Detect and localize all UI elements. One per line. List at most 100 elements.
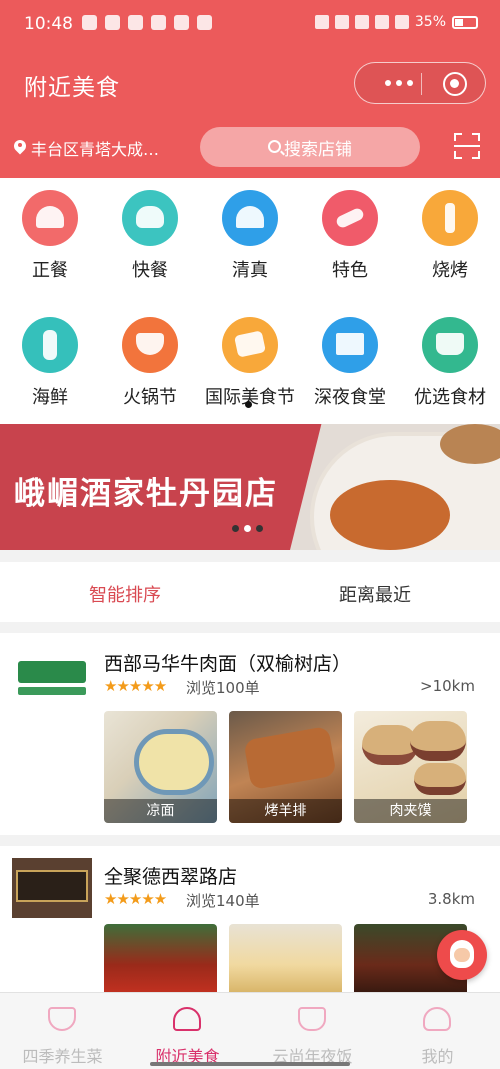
- tab-nearest[interactable]: 距离最近: [250, 581, 500, 607]
- tab-smart-sort[interactable]: 智能排序: [0, 581, 250, 607]
- cloche-icon: [22, 190, 78, 246]
- cloche-icon: [173, 1007, 201, 1031]
- capsule-divider: [421, 73, 422, 95]
- tab-label: 我的: [421, 1047, 454, 1066]
- shop-distance: >10km: [420, 677, 475, 695]
- header: 10:48 35% 附近美食 丰台区青塔大成… 搜索店铺: [0, 0, 500, 178]
- category-label: 火锅节: [123, 387, 177, 408]
- category-item[interactable]: 烧烤: [400, 190, 500, 282]
- home-indicator[interactable]: [150, 1062, 350, 1066]
- scan-icon[interactable]: [454, 133, 480, 159]
- card-icon: [222, 317, 278, 373]
- notification-icon: [174, 15, 189, 30]
- more-icon[interactable]: [375, 73, 423, 93]
- dish-thumb[interactable]: 凉面: [104, 711, 217, 823]
- app-page: 10:48 35% 附近美食 丰台区青塔大成… 搜索店铺 正餐 快餐 清真 特色…: [0, 0, 500, 1069]
- customer-service-button[interactable]: [437, 930, 487, 980]
- notification-icon: [197, 15, 212, 30]
- category-label: 清真: [232, 260, 268, 281]
- sort-tabs: 智能排序 距离最近: [0, 562, 500, 622]
- category-label: 特色: [332, 260, 368, 281]
- status-bar: 10:48 35%: [0, 0, 500, 48]
- shop-card[interactable]: 西部马华牛肉面（双榆树店） ★★★★★ 浏览100单 >10km 凉面 烤羊排 …: [0, 633, 500, 835]
- basket-icon: [422, 317, 478, 373]
- skewer-icon: [422, 190, 478, 246]
- notification-icon: [105, 15, 120, 30]
- wifi-icon: [394, 15, 409, 29]
- view-count: 浏览100单: [186, 679, 260, 697]
- rating-stars: ★★★★★: [104, 677, 167, 695]
- dish-label: 凉面: [104, 799, 217, 823]
- banner-title: 峨嵋酒家牡丹园店: [14, 476, 278, 512]
- dish-thumb[interactable]: 肉夹馍: [354, 711, 467, 823]
- page-indicator-dot: [245, 401, 252, 408]
- banner-indicator: [232, 525, 263, 532]
- tab-seasonal-dishes[interactable]: 四季养生菜: [0, 993, 125, 1069]
- location-pin-icon: [14, 140, 26, 156]
- shop-name: 全聚德西翠路店: [104, 866, 238, 888]
- notification-icons: [82, 15, 212, 30]
- notification-icon: [82, 15, 97, 30]
- close-target-icon[interactable]: [443, 72, 467, 96]
- category-item[interactable]: 优选食材: [400, 317, 500, 409]
- bluetooth-icon: [334, 15, 349, 29]
- shop-logo: [12, 858, 92, 918]
- page-title: 附近美食: [24, 75, 120, 101]
- category-label: 正餐: [32, 260, 68, 281]
- notification-icon: [151, 15, 166, 30]
- banner-dot: [232, 525, 239, 532]
- alarm-icon: [314, 15, 329, 29]
- category-label: 烧烤: [432, 260, 468, 281]
- dish-label: 肉夹馍: [354, 799, 467, 823]
- tab-nearby-food[interactable]: 附近美食: [125, 993, 250, 1069]
- hotpot-icon: [122, 317, 178, 373]
- banner-food: [330, 480, 450, 550]
- lobster-icon: [22, 317, 78, 373]
- tab-mine[interactable]: 我的: [375, 993, 500, 1069]
- search-icon: [268, 139, 281, 153]
- category-item[interactable]: 国际美食节: [200, 317, 300, 409]
- category-item[interactable]: 特色: [300, 190, 400, 282]
- battery-icon: [452, 15, 478, 29]
- vibrate-icon: [354, 15, 369, 29]
- stall-icon: [322, 317, 378, 373]
- category-label: 快餐: [132, 260, 168, 281]
- search-input[interactable]: 搜索店铺: [200, 127, 420, 167]
- tab-label: 四季养生菜: [22, 1047, 103, 1066]
- battery-percent: 35%: [414, 14, 446, 30]
- location-selector[interactable]: 丰台区青塔大成…: [14, 136, 159, 160]
- category-item[interactable]: 正餐: [0, 190, 100, 282]
- category-label: 优选食材: [414, 387, 486, 408]
- chili-icon: [322, 190, 378, 246]
- category-item[interactable]: 清真: [200, 190, 300, 282]
- system-status: 35%: [314, 14, 478, 30]
- shop-card[interactable]: 全聚德西翠路店 ★★★★★ 浏览140单 3.8km: [0, 846, 500, 992]
- rating-stars: ★★★★★: [104, 890, 167, 908]
- pot-icon: [298, 1007, 326, 1031]
- tab-new-year-dinner[interactable]: 云尚年夜饭: [250, 993, 375, 1069]
- category-label: 深夜食堂: [314, 387, 386, 408]
- category-label: 海鲜: [32, 387, 68, 408]
- shop-name: 西部马华牛肉面（双榆树店）: [104, 653, 352, 675]
- user-icon: [423, 1007, 451, 1031]
- shop-logo: [12, 655, 92, 715]
- banner-dot: [256, 525, 263, 532]
- status-time: 10:48: [24, 14, 73, 34]
- view-count: 浏览140单: [186, 892, 260, 910]
- location-text: 丰台区青塔大成…: [31, 140, 160, 159]
- dish-label: 烤羊排: [229, 799, 342, 823]
- category-item[interactable]: 快餐: [100, 190, 200, 282]
- bowl-icon: [48, 1007, 76, 1031]
- category-item[interactable]: 海鲜: [0, 317, 100, 409]
- category-item[interactable]: 深夜食堂: [300, 317, 400, 409]
- signal-icon: [374, 15, 389, 29]
- miniprogram-capsule: [354, 62, 486, 104]
- dish-thumb[interactable]: [104, 924, 217, 992]
- mosque-icon: [222, 190, 278, 246]
- banner-dot-active: [244, 525, 251, 532]
- category-item[interactable]: 火锅节: [100, 317, 200, 409]
- dish-thumb[interactable]: [229, 924, 342, 992]
- shop-distance: 3.8km: [427, 890, 475, 908]
- notification-icon: [128, 15, 143, 30]
- dish-thumb[interactable]: 烤羊排: [229, 711, 342, 823]
